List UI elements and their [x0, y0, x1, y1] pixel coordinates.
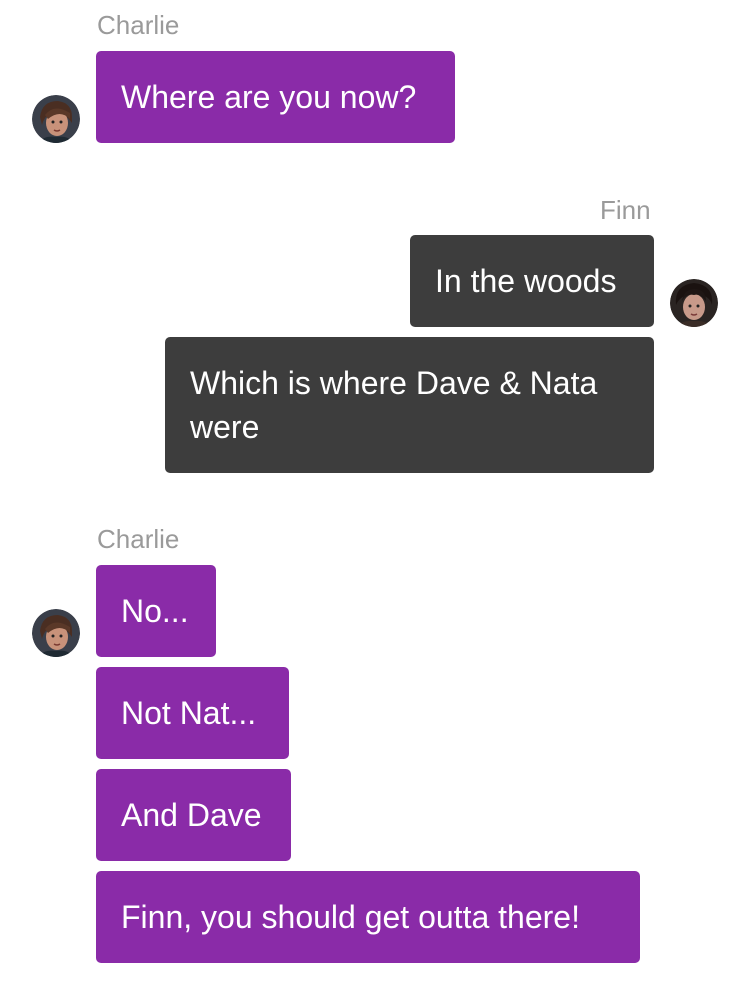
message-bubble[interactable]: No...: [96, 565, 216, 657]
sender-name-charlie: Charlie: [97, 10, 180, 40]
message-bubble[interactable]: Where are you now?: [96, 51, 455, 143]
message-bubble[interactable]: And Dave: [96, 769, 291, 861]
charlie-avatar-icon[interactable]: [32, 609, 80, 657]
message-bubble[interactable]: Finn, you should get outta there!: [96, 871, 640, 963]
message-bubble[interactable]: Which is where Dave & Nata were: [165, 337, 654, 473]
message-bubble[interactable]: Not Nat...: [96, 667, 289, 759]
sender-name-charlie: Charlie: [97, 524, 180, 554]
finn-avatar-icon[interactable]: [670, 279, 718, 327]
charlie-avatar-icon[interactable]: [32, 95, 80, 143]
message-bubble[interactable]: In the woods: [410, 235, 654, 327]
sender-name-finn: Finn: [600, 195, 651, 225]
chat-thread: Charlie Where are you now? Finn In the w…: [0, 0, 750, 1007]
